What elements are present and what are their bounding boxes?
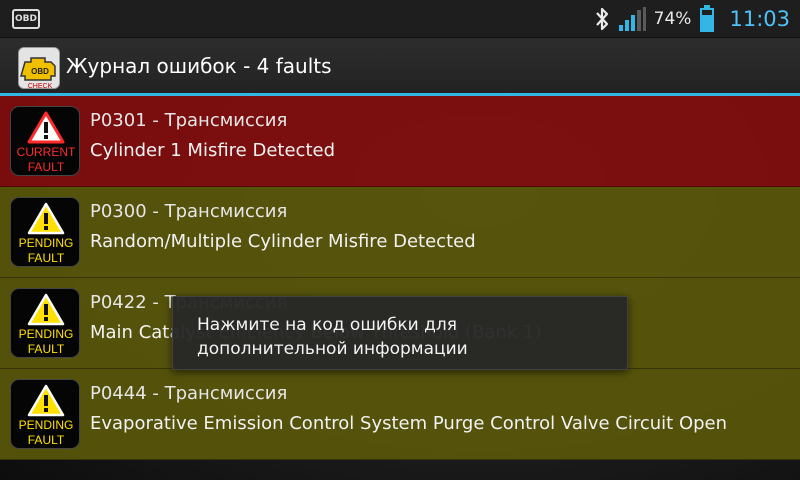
warning-triangle-icon <box>27 111 65 144</box>
fault-code: P0301 - Трансмиссия <box>90 110 288 131</box>
fault-description: Cylinder 1 Misfire Detected <box>90 140 335 161</box>
fault-list: CURRENT FAULT P0301 - Трансмиссия Cylind… <box>0 96 800 460</box>
signal-icon <box>618 6 646 32</box>
pending-fault-badge: PENDING FAULT <box>10 197 80 267</box>
fault-code: P0300 - Трансмиссия <box>90 201 288 222</box>
battery-percent: 74% <box>653 9 692 29</box>
svg-text:OBD: OBD <box>31 67 49 76</box>
clock: 11:03 <box>729 7 790 31</box>
fault-description: Evaporative Emission Control System Purg… <box>90 413 728 434</box>
obd-check-engine-icon[interactable]: OBD CHECK <box>18 47 60 89</box>
badge-line1: PENDING <box>18 418 74 432</box>
badge-line2: FAULT <box>27 433 65 447</box>
warning-triangle-icon <box>27 293 65 326</box>
fault-row[interactable]: PENDING FAULT P0300 - Трансмиссия Random… <box>0 187 800 278</box>
fault-description: Random/Multiple Cylinder Misfire Detecte… <box>90 231 476 252</box>
badge-line2: FAULT <box>27 342 65 356</box>
warning-triangle-icon <box>27 202 65 235</box>
toast-line1: Нажмите на код ошибки для <box>197 315 457 335</box>
action-bar: OBD CHECK Журнал ошибок - 4 faults <box>0 38 800 96</box>
warning-triangle-icon <box>27 384 65 417</box>
obd-notification-icon: OBD <box>12 9 40 29</box>
badge-line2: FAULT <box>27 160 65 174</box>
svg-text:CHECK: CHECK <box>28 83 53 89</box>
badge-line1: PENDING <box>18 327 74 341</box>
app-screen: OBD 74% 11:03 OBD CHECK Журнал ошибок - … <box>0 0 800 480</box>
status-bar: OBD 74% 11:03 <box>0 0 800 38</box>
fault-code: P0444 - Трансмиссия <box>90 383 288 404</box>
battery-icon <box>699 5 715 33</box>
current-fault-badge: CURRENT FAULT <box>10 106 80 176</box>
status-icons: 74% 11:03 <box>594 0 790 38</box>
toast-message: Нажмите на код ошибки для дополнительной… <box>172 296 628 370</box>
fault-row[interactable]: PENDING FAULT P0444 - Трансмиссия Evapor… <box>0 369 800 460</box>
fault-row[interactable]: CURRENT FAULT P0301 - Трансмиссия Cylind… <box>0 96 800 187</box>
badge-line1: CURRENT <box>16 145 76 159</box>
page-title: Журнал ошибок - 4 faults <box>66 54 332 78</box>
bluetooth-icon <box>594 6 610 32</box>
badge-line1: PENDING <box>18 236 74 250</box>
badge-line2: FAULT <box>27 251 65 265</box>
toast-line2: дополнительной информации <box>197 339 468 359</box>
pending-fault-badge: PENDING FAULT <box>10 288 80 358</box>
pending-fault-badge: PENDING FAULT <box>10 379 80 449</box>
